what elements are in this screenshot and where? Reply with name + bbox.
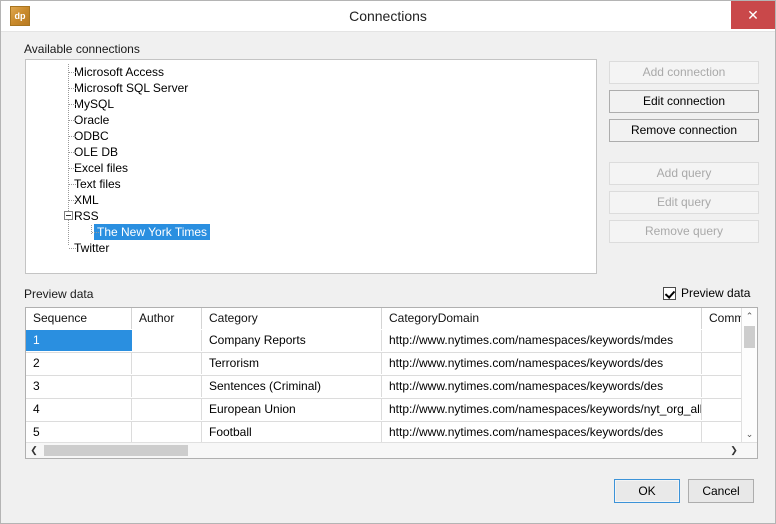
tree-guide-tick — [92, 232, 99, 233]
tree-item[interactable]: The New York Times — [26, 224, 596, 240]
table-cell[interactable] — [132, 399, 202, 420]
table-cell[interactable]: 5 — [26, 422, 132, 443]
table-cell[interactable]: 2 — [26, 353, 132, 374]
table-cell[interactable]: http://www.nytimes.com/namespaces/keywor… — [382, 422, 702, 443]
table-row[interactable]: 5 Football http://www.nytimes.com/namespac… — [26, 422, 741, 443]
tree-item-label: Oracle — [74, 113, 110, 127]
table-row[interactable]: 3 Sentences (Criminal) http://www.nytimes.… — [26, 376, 741, 399]
edit-query-button[interactable]: Edit query — [609, 191, 759, 214]
tree-item[interactable]: Twitter — [26, 240, 596, 256]
tree-item-label: RSS — [74, 209, 99, 223]
table-cell[interactable]: http://www.nytimes.com/namespaces/keywor… — [382, 353, 702, 374]
tree-item-label: Microsoft SQL Server — [74, 81, 189, 95]
preview-data-checkbox-label: Preview data — [681, 286, 751, 300]
tree-item[interactable]: Excel files — [26, 160, 596, 176]
preview-data-label: Preview data — [24, 287, 94, 301]
tree-item-label: Text files — [74, 177, 121, 191]
horizontal-scroll-thumb[interactable] — [44, 445, 188, 456]
title-bar: dp Connections ✕ — [1, 1, 775, 32]
table-cell[interactable]: 4 — [26, 399, 132, 420]
tree-guide-tick — [69, 200, 76, 201]
table-cell[interactable]: European Union — [202, 399, 382, 420]
cancel-button[interactable]: Cancel — [688, 479, 754, 503]
table-cell[interactable]: http://www.nytimes.com/namespaces/keywor… — [382, 330, 702, 351]
table-cell[interactable]: http://www.nytimes.com/namespaces/keywor… — [382, 376, 702, 397]
tree-guide-tick — [69, 184, 76, 185]
tree-guide-tick — [69, 168, 76, 169]
preview-data-checkbox[interactable] — [663, 287, 676, 300]
tree-guide-tick — [69, 88, 76, 89]
grid-header-row: Sequence Author Category CategoryDomain Comm… — [26, 308, 757, 331]
window-title: Connections — [349, 8, 427, 24]
scroll-down-icon[interactable]: ⌄ — [742, 426, 757, 442]
tree-item[interactable]: Oracle — [26, 112, 596, 128]
tree-guide-tick — [69, 152, 76, 153]
tree-item-label: ODBC — [74, 129, 109, 143]
table-cell[interactable] — [702, 330, 741, 351]
table-cell[interactable] — [702, 399, 741, 420]
tree-item[interactable]: OLE DB — [26, 144, 596, 160]
table-cell[interactable]: Sentences (Criminal) — [202, 376, 382, 397]
tree-item-label: Twitter — [74, 241, 110, 255]
grid-vertical-scrollbar[interactable]: ⌃ ⌄ — [741, 308, 757, 442]
column-header[interactable]: Sequence — [26, 308, 132, 329]
table-cell[interactable]: 3 — [26, 376, 132, 397]
table-cell[interactable]: http://www.nytimes.com/namespaces/keywor… — [382, 399, 702, 420]
tree-guide-tick — [69, 72, 76, 73]
tree-guide-tick — [69, 248, 76, 249]
vertical-scroll-thumb[interactable] — [744, 326, 755, 348]
tree-item[interactable]: XML — [26, 192, 596, 208]
close-icon[interactable]: ✕ — [731, 1, 775, 29]
column-header[interactable]: CategoryDomain — [382, 308, 702, 329]
table-cell[interactable] — [702, 422, 741, 443]
tree-item-label: Excel files — [74, 161, 129, 175]
table-cell[interactable] — [702, 353, 741, 374]
table-row[interactable]: 2 Terrorism http://www.nytimes.com/namespa… — [26, 353, 741, 376]
tree-item[interactable]: ODBC — [26, 128, 596, 144]
connections-dialog: dp Connections ✕ Available connections M… — [0, 0, 776, 524]
add-connection-button[interactable]: Add connection — [609, 61, 759, 84]
table-cell[interactable]: Company Reports — [202, 330, 382, 351]
grid-body: 1 Company Reports http://www.nytimes.com/n… — [26, 330, 741, 443]
table-cell[interactable] — [702, 376, 741, 397]
table-cell[interactable]: Football — [202, 422, 382, 443]
table-cell[interactable] — [132, 353, 202, 374]
tree-item[interactable]: Text files — [26, 176, 596, 192]
tree-item[interactable]: Microsoft Access — [26, 64, 596, 80]
tree-guide-tick — [69, 104, 76, 105]
ok-button[interactable]: OK — [614, 479, 680, 503]
tree-item[interactable]: MySQL — [26, 96, 596, 112]
tree-guide-tick — [69, 136, 76, 137]
tree-item[interactable]: Microsoft SQL Server — [26, 80, 596, 96]
tree-node-list: Microsoft Access Microsoft SQL Server MySQ… — [26, 60, 596, 256]
tree-item-label: OLE DB — [74, 145, 119, 159]
preview-data-grid[interactable]: Sequence Author Category CategoryDomain Comm… — [25, 307, 758, 459]
table-row[interactable]: 4 European Union http://www.nytimes.com/na… — [26, 399, 741, 422]
table-cell[interactable]: Terrorism — [202, 353, 382, 374]
table-cell[interactable] — [132, 376, 202, 397]
tree-item-label: The New York Times — [94, 224, 211, 240]
table-cell[interactable] — [132, 330, 202, 351]
remove-query-button[interactable]: Remove query — [609, 220, 759, 243]
scroll-left-icon[interactable]: ❮ — [26, 443, 42, 458]
scroll-up-icon[interactable]: ⌃ — [742, 308, 757, 324]
edit-connection-button[interactable]: Edit connection — [609, 90, 759, 113]
table-row[interactable]: 1 Company Reports http://www.nytimes.com/n… — [26, 330, 741, 353]
tree-item-label: Microsoft Access — [74, 65, 165, 79]
table-cell[interactable] — [132, 422, 202, 443]
scroll-right-icon[interactable]: ❯ — [726, 443, 742, 458]
tree-item-label: MySQL — [74, 97, 115, 111]
column-header[interactable]: Author — [132, 308, 202, 329]
table-cell[interactable]: 1 — [26, 330, 132, 351]
tree-guide-tick — [69, 120, 76, 121]
add-query-button[interactable]: Add query — [609, 162, 759, 185]
grid-horizontal-scrollbar[interactable]: ❮ ❯ — [26, 442, 757, 458]
column-header[interactable]: Category — [202, 308, 382, 329]
tree-item[interactable]: RSS — [26, 208, 596, 224]
available-connections-tree[interactable]: Microsoft Access Microsoft SQL Server MySQ… — [25, 59, 597, 274]
available-connections-label: Available connections — [24, 42, 140, 56]
remove-connection-button[interactable]: Remove connection — [609, 119, 759, 142]
